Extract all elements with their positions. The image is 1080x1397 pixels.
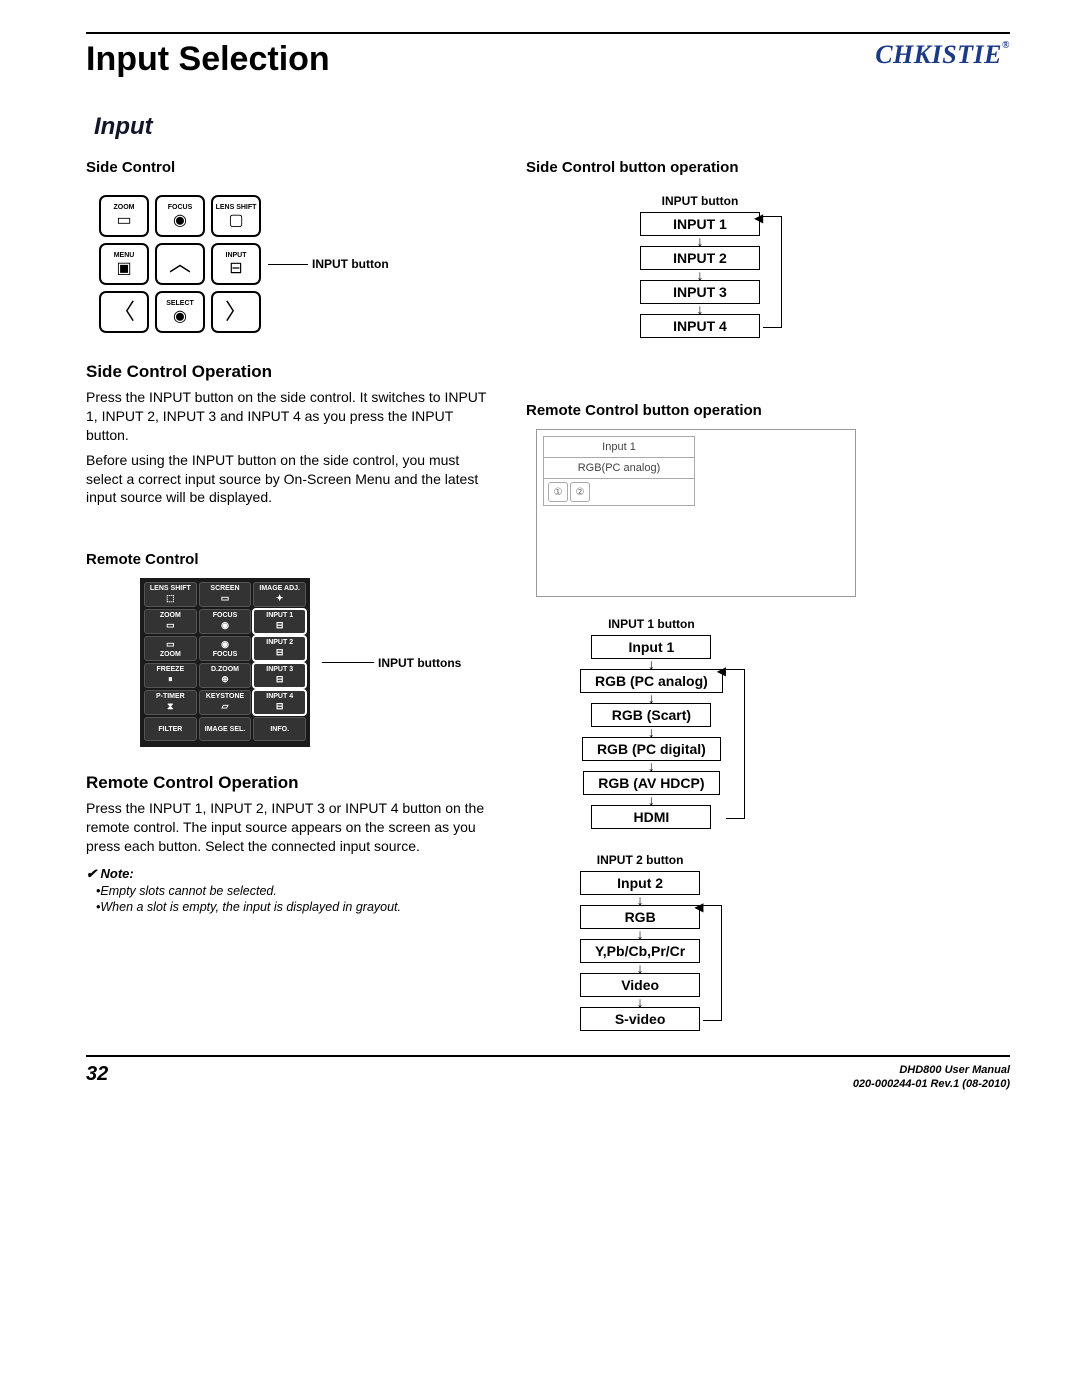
osd-icon: ① <box>548 482 568 502</box>
side-control-panel: ZOOM▭ FOCUS◉ LENS SHIFT▢ MENU▣ ︿ INPUT⊟ … <box>96 192 389 336</box>
remote-btn: D.ZOOM⊕ <box>199 663 252 688</box>
zoom-button: ZOOM▭ <box>99 195 149 237</box>
input-button-callout: INPUT button <box>312 257 389 271</box>
page-number: 32 <box>86 1063 108 1086</box>
side-control-operation-heading: Side Control Operation <box>86 362 496 382</box>
remote-input-4: INPUT 4⊟ <box>253 690 306 715</box>
remote-control-image: LENS SHIFT⬚ SCREEN▭ IMAGE ADJ.✦ ZOOM▭ FO… <box>140 578 310 747</box>
remote-btn: IMAGE ADJ.✦ <box>253 582 306 607</box>
remote-btn: ◉FOCUS <box>199 636 252 661</box>
lens-shift-button: LENS SHIFT▢ <box>211 195 261 237</box>
remote-control-button-operation-heading: Remote Control button operation <box>526 402 946 419</box>
remote-control-operation-heading: Remote Control Operation <box>86 773 496 793</box>
input-button: INPUT⊟ <box>211 243 261 285</box>
remote-btn: FREEZE⏸ <box>144 663 197 688</box>
remote-op-paragraph: Press the INPUT 1, INPUT 2, INPUT 3 or I… <box>86 799 496 856</box>
remote-btn: FOCUS◉ <box>199 609 252 634</box>
osd-source-label: RGB(PC analog) <box>544 458 694 479</box>
input2-cycle-flow: INPUT 2 button Input 2 ↓ RGB ↓ Y,Pb/Cb,P… <box>580 853 700 1031</box>
remote-btn: IMAGE SEL. <box>199 717 252 741</box>
remote-control-heading: Remote Control <box>86 551 496 568</box>
section-title: Input Selection <box>86 40 1010 79</box>
left-button: 〈 <box>99 291 149 333</box>
top-rule <box>86 32 1010 34</box>
remote-input-3: INPUT 3⊟ <box>253 663 306 688</box>
remote-btn: KEYSTONE▱ <box>199 690 252 715</box>
up-button: ︿ <box>155 243 205 285</box>
flow-box: INPUT 4 <box>640 314 760 338</box>
remote-btn: SCREEN▭ <box>199 582 252 607</box>
subsection-title: Input <box>94 113 1010 141</box>
select-button: SELECT◉ <box>155 291 205 333</box>
side-control-button-operation-heading: Side Control button operation <box>526 159 946 176</box>
document-info: DHD800 User Manual 020-000244-01 Rev.1 (… <box>853 1063 1010 1092</box>
flow-box: S-video <box>580 1007 700 1031</box>
input-buttons-callout: INPUT buttons <box>378 656 461 670</box>
note-item: •When a slot is empty, the input is disp… <box>96 900 496 914</box>
note-item: •Empty slots cannot be selected. <box>96 884 496 898</box>
remote-input-2: INPUT 2⊟ <box>253 636 306 661</box>
menu-button: MENU▣ <box>99 243 149 285</box>
remote-btn: ▭ZOOM <box>144 636 197 661</box>
remote-btn: P-TIMER⧗ <box>144 690 197 715</box>
osd-input-label: Input 1 <box>544 437 694 458</box>
remote-input-1: INPUT 1⊟ <box>253 609 306 634</box>
brand-logo: CHKISTIE® <box>875 40 1010 70</box>
side-op-paragraph-2: Before using the INPUT button on the sid… <box>86 451 496 508</box>
note-heading: ✔ Note: <box>86 866 496 882</box>
footer-rule <box>86 1055 1010 1057</box>
remote-btn: ZOOM▭ <box>144 609 197 634</box>
flow-box: HDMI <box>591 805 711 829</box>
input-cycle-flow: INPUT button INPUT 1 ↓ INPUT 2 ↓ INPUT 3… <box>640 194 760 338</box>
focus-button: FOCUS◉ <box>155 195 205 237</box>
remote-btn: LENS SHIFT⬚ <box>144 582 197 607</box>
osd-preview: Input 1 RGB(PC analog) ① ② <box>536 429 856 597</box>
side-op-paragraph-1: Press the INPUT button on the side contr… <box>86 388 496 445</box>
input1-cycle-flow: INPUT 1 button Input 1 ↓ RGB (PC analog)… <box>580 617 723 829</box>
side-control-heading: Side Control <box>86 159 496 176</box>
remote-btn: INFO. <box>253 717 306 741</box>
remote-btn: FILTER <box>144 717 197 741</box>
osd-icon: ② <box>570 482 590 502</box>
right-button: 〉 <box>211 291 261 333</box>
